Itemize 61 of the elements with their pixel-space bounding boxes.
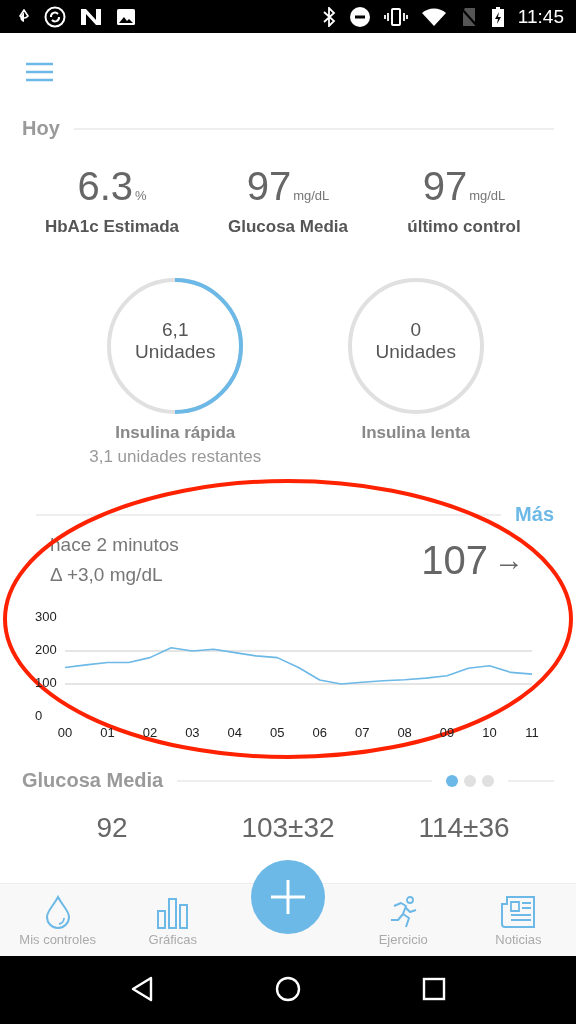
trend-arrow: → [494, 543, 524, 577]
x-axis-label: 02 [142, 725, 158, 740]
average-value: 103±32 [240, 812, 336, 844]
x-axis-label: 06 [312, 725, 327, 740]
drop-icon [18, 8, 30, 25]
nav-tab[interactable]: Noticias [460, 884, 576, 956]
y-axis-label: 200 [35, 642, 57, 658]
x-axis-label: 04 [227, 725, 243, 740]
bar-chart-icon [155, 897, 190, 929]
stat-value: 97 [422, 164, 468, 209]
y-axis-label: 300 [35, 609, 57, 625]
do-not-disturb-icon [349, 6, 370, 27]
section-title: Glucosa Media [22, 769, 164, 792]
stat-label: Glucosa Media [228, 217, 348, 237]
wifi-icon [421, 7, 446, 26]
insulin-name: Insulina lenta [361, 423, 471, 443]
stat-unit: mg/dL [293, 188, 330, 203]
nav-tab[interactable]: Gráficas [115, 884, 231, 956]
more-link[interactable]: Más [515, 503, 554, 526]
image-icon [116, 7, 136, 26]
sync-icon [44, 5, 66, 28]
x-axis-label: 08 [397, 725, 412, 740]
average-value: 114±36 [417, 812, 511, 844]
page-dot[interactable] [464, 774, 476, 787]
stat-value: 97 [246, 164, 292, 209]
newspaper-icon [501, 895, 536, 929]
x-axis-label: 03 [185, 725, 200, 740]
dose-unit: Unidades [135, 341, 216, 363]
menu-button[interactable] [26, 62, 53, 82]
dose-amount: 6,1 [162, 319, 189, 341]
glucose-reading: 107 [421, 537, 488, 583]
y-axis-label: 0 [35, 708, 43, 724]
stat-value: 6.3 [77, 164, 133, 209]
glucose-delta: Δ +3,0 mg/dL [50, 564, 164, 586]
plus-icon [268, 877, 308, 917]
vibrate-icon [383, 7, 408, 26]
x-axis-label: 00 [57, 725, 73, 740]
stat-unit: % [135, 188, 147, 203]
stat-unit: mg/dL [469, 188, 506, 203]
battery-charging-icon [491, 6, 504, 27]
x-axis-label: 11 [525, 725, 539, 740]
stat-label: HbA1c Estimada [44, 217, 180, 237]
dose-amount: 0 [410, 319, 422, 341]
section-title: Hoy [22, 117, 60, 140]
x-axis-label: 01 [100, 725, 115, 740]
nav-tab[interactable]: Mis controles [0, 884, 116, 956]
drop-icon [43, 895, 72, 929]
page-dot[interactable] [482, 774, 494, 787]
page-dot[interactable] [446, 774, 458, 787]
x-axis-label: 10 [482, 725, 497, 740]
insulin-note: 3,1 unidades restantes [89, 447, 262, 467]
n-logo-icon [80, 7, 102, 26]
bluetooth-icon [321, 6, 336, 27]
stat-label: último control [407, 217, 521, 237]
nav-tab[interactable]: Ejercicio [345, 884, 461, 956]
average-value: 92 [95, 812, 129, 844]
dose-unit: Unidades [375, 341, 456, 363]
x-axis-label: 07 [354, 725, 370, 740]
insulin-name: Insulina rápida [115, 423, 236, 443]
x-axis-label: 05 [270, 725, 285, 740]
clock-time: 11:45 [517, 5, 564, 28]
